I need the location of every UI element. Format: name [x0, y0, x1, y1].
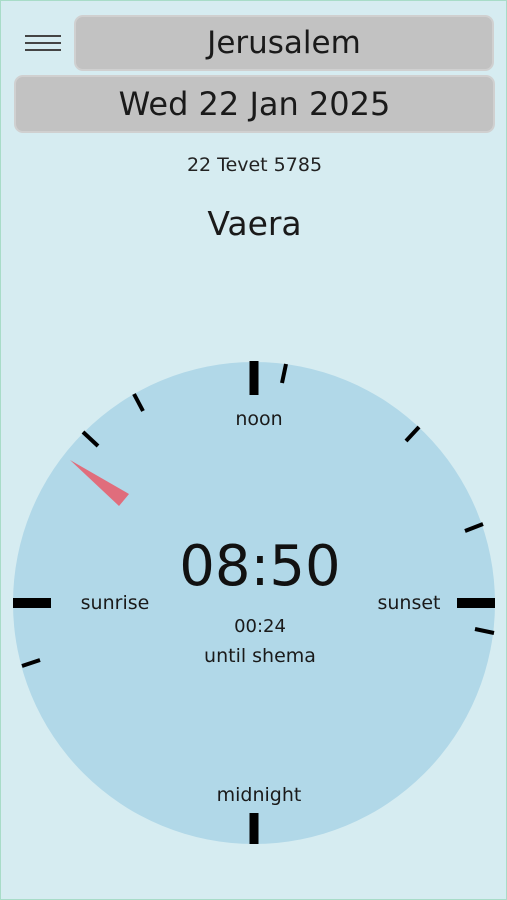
label-midnight: midnight [217, 784, 302, 806]
label-noon: noon [235, 408, 282, 430]
countdown-label: until shema [204, 645, 316, 667]
day-clock-dial: noon sunrise sunset midnight 08:50 00:24… [13, 361, 495, 844]
label-sunset: sunset [377, 592, 440, 614]
countdown-time: 00:24 [234, 616, 286, 637]
label-sunrise: sunrise [81, 592, 150, 614]
current-time: 08:50 [179, 534, 340, 599]
